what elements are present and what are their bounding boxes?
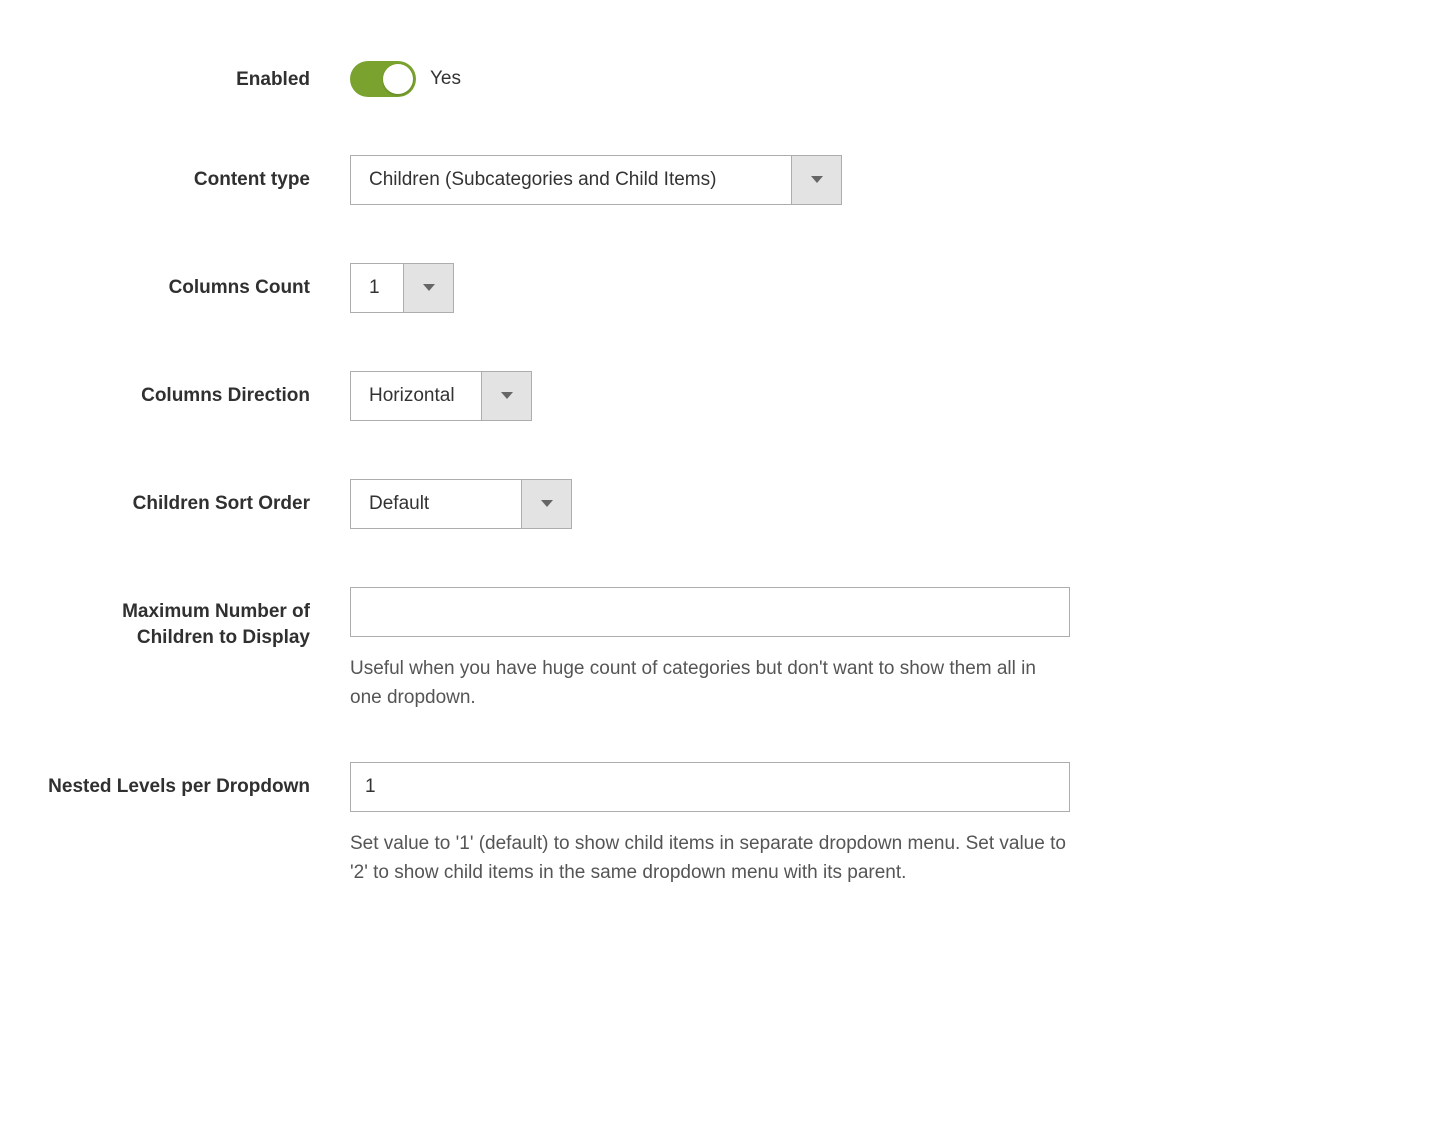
content-type-value: Children (Subcategories and Child Items): [351, 156, 791, 204]
max-children-label: Maximum Number of Children to Display: [40, 587, 350, 650]
columns-direction-select[interactable]: Horizontal: [350, 371, 532, 421]
chevron-down-icon: [481, 372, 531, 420]
columns-count-value: 1: [351, 264, 403, 312]
columns-count-select[interactable]: 1: [350, 263, 454, 313]
nested-levels-input[interactable]: [350, 762, 1070, 812]
enabled-label: Enabled: [40, 55, 350, 93]
chevron-down-icon: [791, 156, 841, 204]
columns-direction-value: Horizontal: [351, 372, 481, 420]
content-type-label: Content type: [40, 155, 350, 193]
children-sort-order-label: Children Sort Order: [40, 479, 350, 517]
enabled-value-label: Yes: [430, 68, 461, 90]
chevron-down-icon: [521, 480, 571, 528]
children-sort-order-select[interactable]: Default: [350, 479, 572, 529]
max-children-help: Useful when you have huge count of categ…: [350, 655, 1070, 712]
nested-levels-label: Nested Levels per Dropdown: [40, 762, 350, 800]
columns-count-label: Columns Count: [40, 263, 350, 301]
toggle-knob: [383, 64, 413, 94]
chevron-down-icon: [403, 264, 453, 312]
enabled-toggle[interactable]: [350, 61, 416, 97]
columns-direction-label: Columns Direction: [40, 371, 350, 409]
content-type-select[interactable]: Children (Subcategories and Child Items): [350, 155, 842, 205]
max-children-input[interactable]: [350, 587, 1070, 637]
nested-levels-help: Set value to '1' (default) to show child…: [350, 830, 1070, 887]
children-sort-order-value: Default: [351, 480, 521, 528]
